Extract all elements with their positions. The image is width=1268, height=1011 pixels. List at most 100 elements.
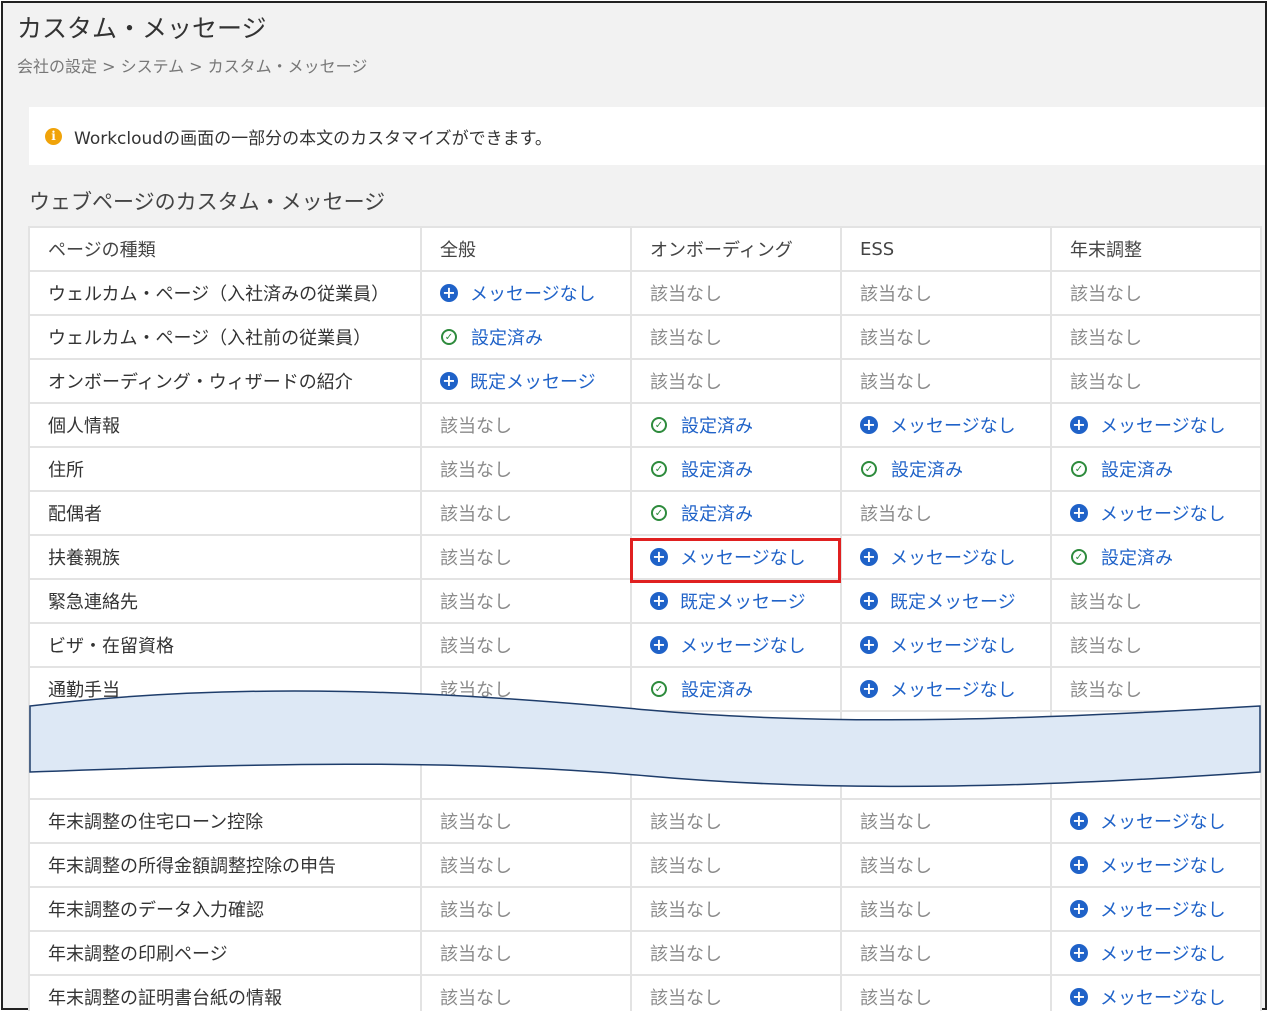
not-applicable-cell: 該当なし: [420, 930, 632, 976]
plus-circle-icon: +: [1070, 416, 1088, 434]
message-status-link[interactable]: ✓ 設定済み: [1070, 456, 1173, 482]
table-row: 年末調整の住宅ローン控除 該当なし 該当なし 該当なし + メッセージなし: [28, 798, 1262, 844]
not-applicable-cell: 該当なし: [1050, 578, 1262, 624]
section-title: ウェブページのカスタム・メッセージ: [29, 190, 386, 214]
plus-circle-icon: +: [440, 284, 458, 302]
page-type-cell: 個人情報: [28, 402, 422, 448]
message-status-link[interactable]: + メッセージなし: [860, 544, 1016, 570]
not-applicable-cell: 該当なし: [840, 490, 1052, 536]
message-status-label: メッセージなし: [1100, 416, 1226, 437]
message-status-link[interactable]: + メッセージなし: [1070, 500, 1226, 526]
message-status-label: 既定メッセージ: [890, 592, 1016, 613]
message-status-label: 設定済み: [891, 460, 963, 482]
not-applicable-cell: 該当なし: [420, 798, 632, 844]
message-status-link[interactable]: + メッセージなし: [1070, 852, 1226, 878]
message-status-cell: ✓ 設定済み: [420, 314, 632, 360]
message-status-cell: + メッセージなし: [1050, 402, 1262, 448]
message-status-cell: ✓ 設定済み: [630, 402, 842, 448]
message-status-label: 設定済み: [1101, 460, 1173, 482]
message-status-cell: + 既定メッセージ: [630, 578, 842, 624]
check-circle-icon: ✓: [861, 461, 877, 478]
plus-circle-icon: +: [650, 548, 668, 566]
message-status-link[interactable]: + メッセージなし: [440, 280, 596, 306]
column-header: 全般: [420, 226, 632, 272]
not-applicable-cell: 該当なし: [630, 930, 842, 976]
message-status-link[interactable]: + メッセージなし: [1070, 940, 1226, 966]
message-status-link[interactable]: + 既定メッセージ: [650, 588, 806, 614]
message-status-link[interactable]: + 既定メッセージ: [860, 588, 1016, 614]
not-applicable-cell: 該当なし: [420, 886, 632, 932]
table-header-row: ページの種類 全般 オンボーディング ESS 年末調整: [28, 226, 1262, 272]
not-applicable-cell: 該当なし: [1050, 314, 1262, 360]
plus-circle-icon: +: [650, 636, 668, 654]
not-applicable-cell: 該当なし: [840, 974, 1052, 1011]
message-status-label: メッセージなし: [680, 548, 806, 569]
message-status-cell: + メッセージなし: [1050, 886, 1262, 932]
info-circle-icon: i: [45, 127, 62, 145]
message-status-link[interactable]: ✓ 設定済み: [860, 456, 963, 482]
not-applicable-cell: 該当なし: [840, 930, 1052, 976]
message-status-link[interactable]: + メッセージなし: [860, 632, 1016, 658]
breadcrumb[interactable]: 会社の設定 > システム > カスタム・メッセージ: [17, 53, 367, 77]
not-applicable-cell: 該当なし: [630, 974, 842, 1011]
message-status-cell: + メッセージなし: [1050, 490, 1262, 536]
message-status-label: 設定済み: [681, 504, 753, 526]
message-status-link[interactable]: + メッセージなし: [1070, 412, 1226, 438]
message-status-link[interactable]: ✓ 設定済み: [650, 500, 753, 526]
message-status-label: メッセージなし: [1100, 504, 1226, 525]
plus-circle-icon: +: [860, 636, 878, 654]
message-status-link[interactable]: + メッセージなし: [1070, 808, 1226, 834]
page-type-cell: ウェルカム・ページ（入社済みの従業員）: [28, 270, 422, 316]
message-status-cell: ✓ 設定済み: [630, 446, 842, 492]
message-status-label: メッセージなし: [890, 548, 1016, 569]
message-status-cell: + メッセージなし: [630, 534, 842, 580]
plus-circle-icon: +: [860, 416, 878, 434]
message-status-link[interactable]: + メッセージなし: [860, 412, 1016, 438]
not-applicable-cell: 該当なし: [1050, 270, 1262, 316]
message-status-cell: + メッセージなし: [1050, 930, 1262, 976]
plus-circle-icon: +: [860, 548, 878, 566]
table-row: 住所 該当なし ✓ 設定済み ✓ 設定済み ✓ 設定済み: [28, 446, 1262, 492]
page-type-cell: 年末調整の印刷ページ: [28, 930, 422, 976]
message-status-link[interactable]: + メッセージなし: [1070, 896, 1226, 922]
message-status-cell: + メッセージなし: [1050, 798, 1262, 844]
message-status-link[interactable]: + 既定メッセージ: [440, 368, 596, 394]
page-type-cell: 年末調整の証明書台紙の情報: [28, 974, 422, 1011]
message-status-label: メッセージなし: [1100, 900, 1226, 921]
message-status-link[interactable]: ✓ 設定済み: [650, 456, 753, 482]
message-status-link[interactable]: + メッセージなし: [1070, 984, 1226, 1010]
message-status-cell: + 既定メッセージ: [840, 578, 1052, 624]
table-row: ウェルカム・ページ（入社済みの従業員） + メッセージなし 該当なし 該当なし 該当なし: [28, 270, 1262, 316]
page-type-cell: 年末調整の住宅ローン控除: [28, 798, 422, 844]
message-status-label: 設定済み: [471, 328, 543, 350]
table-row: オンボーディング・ウィザードの紹介 + 既定メッセージ 該当なし 該当なし 該当なし: [28, 358, 1262, 404]
table-row: 年末調整の証明書台紙の情報 該当なし 該当なし 該当なし + メッセージなし: [28, 974, 1262, 1011]
custom-message-table: ページの種類 全般 オンボーディング ESS 年末調整 ウェルカム・ページ（入社済みの従…: [28, 226, 1262, 1011]
table-row: 扶養親族 該当なし + メッセージなし + メッセージなし ✓ 設定済み: [28, 534, 1262, 580]
not-applicable-cell: 該当なし: [420, 446, 632, 492]
message-status-label: 設定済み: [681, 460, 753, 482]
page-type-cell: 緊急連絡先: [28, 578, 422, 624]
info-text: Workcloudの画面の一部分の本文のカスタマイズができます。: [74, 128, 552, 149]
message-status-label: 設定済み: [1101, 548, 1173, 570]
not-applicable-cell: 該当なし: [420, 974, 632, 1011]
message-status-link[interactable]: + メッセージなし: [650, 632, 806, 658]
not-applicable-cell: 該当なし: [630, 270, 842, 316]
not-applicable-cell: 該当なし: [1050, 358, 1262, 404]
check-circle-icon: ✓: [1071, 461, 1087, 478]
plus-circle-icon: +: [1070, 900, 1088, 918]
message-status-link[interactable]: ✓ 設定済み: [440, 324, 543, 350]
column-header: 年末調整: [1050, 226, 1262, 272]
message-status-link[interactable]: ✓ 設定済み: [650, 412, 753, 438]
not-applicable-cell: 該当なし: [420, 842, 632, 888]
message-status-label: メッセージなし: [1100, 812, 1226, 833]
table-row: ビザ・在留資格 該当なし + メッセージなし + メッセージなし 該当なし: [28, 622, 1262, 668]
message-status-link[interactable]: + メッセージなし: [650, 544, 806, 570]
table-row: 緊急連絡先 該当なし + 既定メッセージ + 既定メッセージ 該当なし: [28, 578, 1262, 624]
message-status-link[interactable]: ✓ 設定済み: [1070, 544, 1173, 570]
check-circle-icon: ✓: [1071, 549, 1087, 566]
not-applicable-cell: 該当なし: [840, 358, 1052, 404]
check-circle-icon: ✓: [651, 461, 667, 478]
message-status-label: メッセージなし: [890, 636, 1016, 657]
not-applicable-cell: 該当なし: [420, 402, 632, 448]
